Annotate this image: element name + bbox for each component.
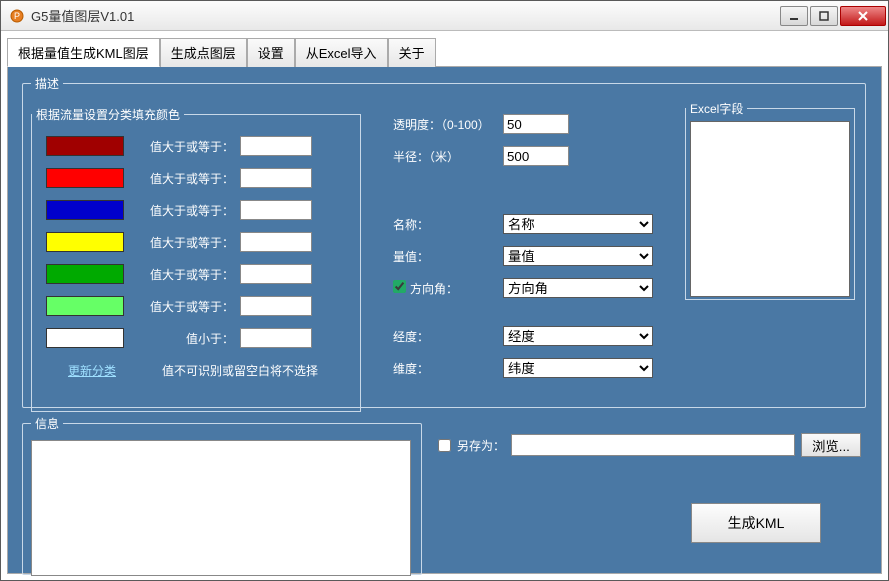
value-select[interactable]: 量值	[503, 246, 653, 266]
svg-text:P: P	[14, 11, 20, 21]
info-textarea[interactable]	[31, 440, 411, 576]
name-select[interactable]: 名称	[503, 214, 653, 234]
save-row: 另存为： 浏览...	[438, 433, 861, 457]
app-window: P G5量值图层V1.01 根据量值生成KML图层 生成点图层 设置 从Exce…	[0, 0, 889, 581]
classification-note: 值不可识别或留空白将不选择	[162, 362, 318, 379]
color-row: 值小于：	[46, 323, 360, 353]
saveas-path-input[interactable]	[511, 434, 795, 456]
titlebar: P G5量值图层V1.01	[1, 1, 888, 31]
tab-generate-by-value[interactable]: 根据量值生成KML图层	[7, 38, 160, 67]
color-row: 值大于或等于：	[46, 259, 360, 289]
generate-kml-button[interactable]: 生成KML	[691, 503, 821, 543]
threshold-input[interactable]	[240, 264, 312, 284]
maximize-button[interactable]	[810, 6, 838, 26]
saveas-label: 另存为：	[457, 437, 505, 454]
tab-panel: 描述 根据流量设置分类填充颜色 值大于或等于： 值大于或等于： 值大于或等于： 值大于…	[7, 67, 882, 574]
direction-label: 方向角：	[393, 280, 503, 297]
name-label: 名称：	[393, 216, 503, 233]
color-classification-group: 根据流量设置分类填充颜色 值大于或等于： 值大于或等于： 值大于或等于： 值大于或等于…	[31, 106, 361, 412]
radius-input[interactable]	[503, 146, 569, 166]
color-row: 值大于或等于：	[46, 195, 360, 225]
minimize-button[interactable]	[780, 6, 808, 26]
threshold-label: 值大于或等于：	[144, 202, 234, 219]
direction-checkbox[interactable]	[393, 280, 406, 293]
longitude-select[interactable]: 经度	[503, 326, 653, 346]
info-group: 信息	[22, 415, 422, 575]
threshold-input[interactable]	[240, 232, 312, 252]
window-title: G5量值图层V1.01	[31, 6, 780, 25]
update-classification-link[interactable]: 更新分类	[68, 362, 116, 379]
color-swatch[interactable]	[46, 328, 124, 348]
description-group: 描述 根据流量设置分类填充颜色 值大于或等于： 值大于或等于： 值大于或等于： 值大于…	[22, 75, 866, 408]
color-swatch[interactable]	[46, 200, 124, 220]
color-swatch[interactable]	[46, 168, 124, 188]
excel-fields-legend: Excel字段	[686, 100, 747, 117]
threshold-input[interactable]	[240, 328, 312, 348]
threshold-label: 值大于或等于：	[144, 138, 234, 155]
threshold-input[interactable]	[240, 296, 312, 316]
app-icon: P	[9, 8, 25, 24]
client-area: 根据量值生成KML图层 生成点图层 设置 从Excel导入 关于 描述 根据流量…	[1, 31, 888, 580]
radius-label: 半径：（米）	[393, 148, 503, 165]
threshold-input[interactable]	[240, 200, 312, 220]
update-row: 更新分类 值不可识别或留空白将不选择	[46, 355, 360, 385]
threshold-input[interactable]	[240, 136, 312, 156]
description-legend: 描述	[31, 75, 63, 92]
threshold-input[interactable]	[240, 168, 312, 188]
excel-fields-list[interactable]	[690, 121, 850, 297]
excel-fields-group: Excel字段	[685, 100, 855, 300]
color-swatch[interactable]	[46, 296, 124, 316]
color-row: 值大于或等于：	[46, 131, 360, 161]
latitude-select[interactable]: 纬度	[503, 358, 653, 378]
color-swatch[interactable]	[46, 232, 124, 252]
color-classification-legend: 根据流量设置分类填充颜色	[32, 106, 184, 123]
value-label: 量值：	[393, 248, 503, 265]
saveas-checkbox[interactable]	[438, 439, 451, 452]
color-swatch[interactable]	[46, 136, 124, 156]
threshold-label: 值大于或等于：	[144, 170, 234, 187]
color-row: 值大于或等于：	[46, 291, 360, 321]
opacity-input[interactable]	[503, 114, 569, 134]
threshold-label: 值大于或等于：	[144, 266, 234, 283]
threshold-label: 值大于或等于：	[144, 234, 234, 251]
tab-settings[interactable]: 设置	[247, 38, 295, 67]
parameter-column: 透明度：（0-100） 半径：（米） 名称： 名称 量值： 量值	[393, 110, 673, 386]
longitude-label: 经度：	[393, 328, 503, 345]
tab-import-excel[interactable]: 从Excel导入	[295, 38, 388, 67]
tab-generate-points[interactable]: 生成点图层	[160, 38, 247, 67]
latitude-label: 维度：	[393, 360, 503, 377]
threshold-label: 值小于：	[144, 330, 234, 347]
browse-button[interactable]: 浏览...	[801, 433, 861, 457]
color-row: 值大于或等于：	[46, 227, 360, 257]
close-button[interactable]	[840, 6, 886, 26]
tabstrip: 根据量值生成KML图层 生成点图层 设置 从Excel导入 关于	[7, 37, 882, 67]
opacity-label: 透明度：（0-100）	[393, 116, 503, 133]
color-row: 值大于或等于：	[46, 163, 360, 193]
info-legend: 信息	[31, 415, 63, 432]
color-swatch[interactable]	[46, 264, 124, 284]
tab-about[interactable]: 关于	[388, 38, 436, 67]
threshold-label: 值大于或等于：	[144, 298, 234, 315]
window-controls	[780, 6, 886, 26]
direction-select[interactable]: 方向角	[503, 278, 653, 298]
